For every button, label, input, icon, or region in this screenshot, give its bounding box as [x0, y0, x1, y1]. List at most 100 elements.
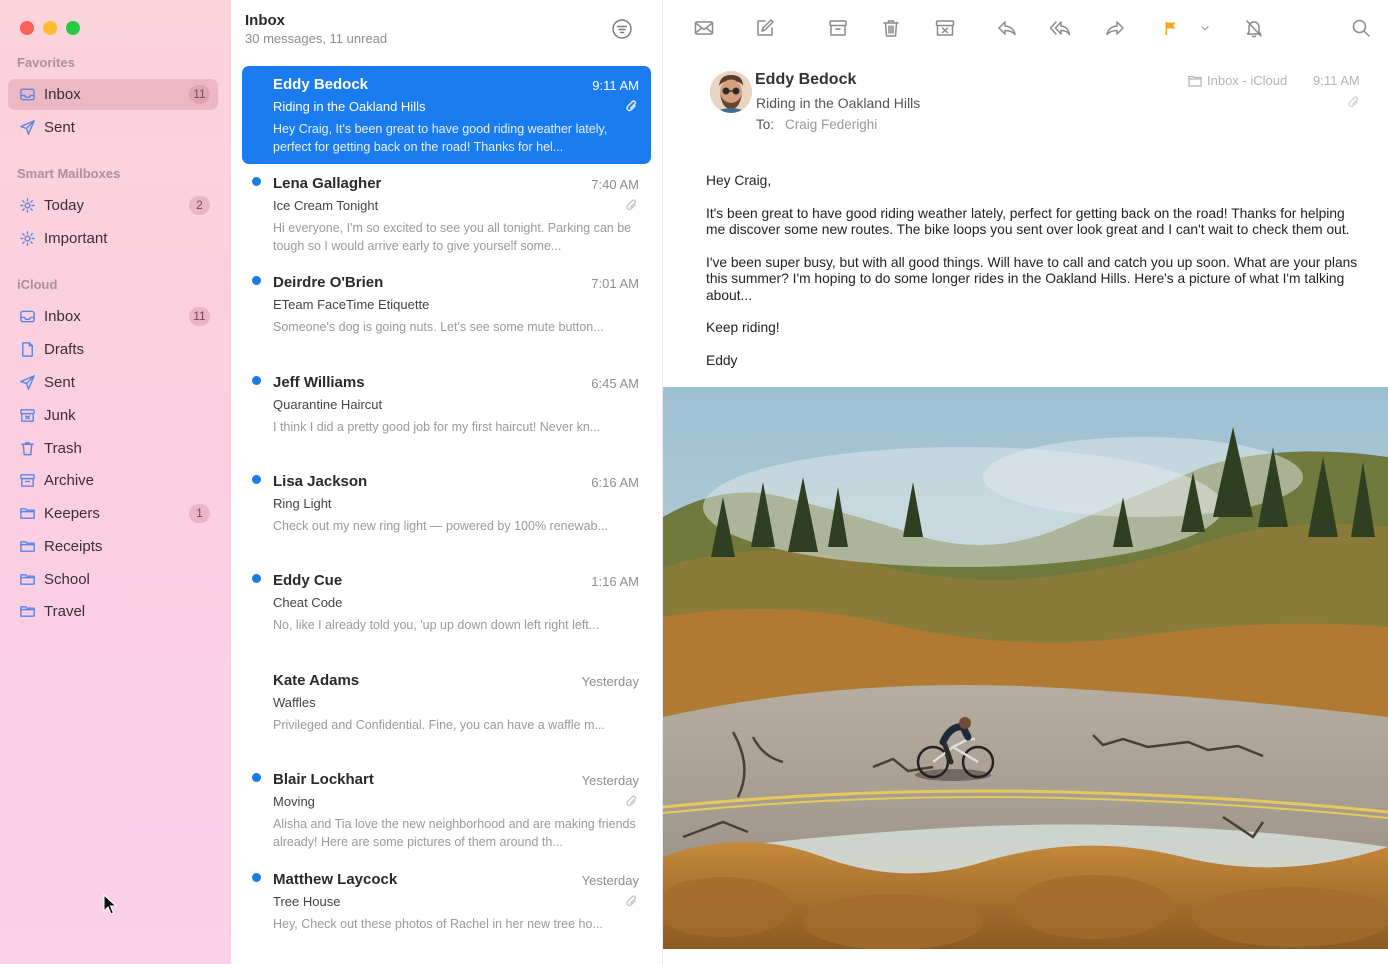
- forward-icon: [1106, 21, 1124, 36]
- header-recipient[interactable]: Craig Federighi: [785, 117, 877, 132]
- paperplane-icon: [18, 374, 36, 392]
- body-paragraph: Keep riding!: [706, 320, 780, 335]
- message-row[interactable]: Lena Gallagher 7:40 AM Ice Cream Tonight…: [242, 165, 651, 263]
- reading-pane: Eddy Bedock Riding in the Oakland Hills …: [663, 0, 1388, 964]
- section-favorites: Favorites: [17, 55, 75, 70]
- message-row[interactable]: Lisa Jackson 6:16 AM Ring Light Check ou…: [242, 463, 651, 561]
- flag-menu-button[interactable]: [1193, 14, 1217, 42]
- search-icon: [1352, 19, 1370, 37]
- message-row[interactable]: Jeff Williams 6:45 AM Quarantine Haircut…: [242, 364, 651, 462]
- delete-button[interactable]: [878, 14, 904, 42]
- sidebar-item-today[interactable]: Today 2: [8, 190, 218, 221]
- search-button[interactable]: [1348, 14, 1374, 42]
- sidebar-item-label: Drafts: [44, 341, 85, 358]
- sidebar-item-favorites-sent[interactable]: Sent: [8, 112, 218, 143]
- sidebar-item-label: Receipts: [44, 538, 103, 555]
- close-window-button[interactable]: [20, 21, 34, 35]
- reply-button[interactable]: [994, 14, 1020, 42]
- unread-indicator: [252, 574, 261, 583]
- toolbar: [663, 14, 1388, 44]
- message-preview: Hey Craig, It's been great to have good …: [273, 122, 608, 154]
- filter-button[interactable]: [611, 18, 633, 40]
- sidebar-item-label: Important: [44, 230, 108, 247]
- flag-button[interactable]: [1157, 14, 1183, 42]
- sidebar-item-label: Sent: [44, 374, 75, 391]
- folder-icon: [18, 603, 36, 621]
- header-subject: Riding in the Oakland Hills: [756, 95, 921, 111]
- unread-indicator: [252, 376, 261, 385]
- flag-icon: [1165, 22, 1176, 35]
- sidebar-item-junk[interactable]: Junk: [8, 400, 218, 431]
- filter-icon: [612, 19, 632, 39]
- message-preview: Hi everyone, I'm so excited to see you a…: [273, 221, 632, 253]
- archive-box-icon: [18, 472, 36, 490]
- message-time: 7:40 AM: [591, 177, 639, 192]
- header-sender[interactable]: Eddy Bedock: [755, 71, 856, 89]
- zoom-window-button[interactable]: [66, 21, 80, 35]
- reply-all-icon: [1049, 21, 1071, 36]
- message-row[interactable]: Eddy Bedock 9:11 AM Riding in the Oaklan…: [242, 66, 651, 164]
- message-sender: Eddy Cue: [273, 572, 343, 589]
- sidebar-item-trash[interactable]: Trash: [8, 433, 218, 464]
- message-time: 7:01 AM: [591, 276, 639, 291]
- sidebar-item-favorites-inbox[interactable]: Inbox 11: [8, 79, 218, 110]
- chevron-down-icon: [1201, 26, 1209, 31]
- message-row[interactable]: Eddy Cue 1:16 AM Cheat Code No, like I a…: [242, 562, 651, 660]
- junk-button[interactable]: [932, 14, 958, 42]
- sidebar-item-label: Archive: [44, 472, 95, 489]
- tray-icon: [18, 308, 36, 326]
- message-row[interactable]: Blair Lockhart Yesterday Moving Alisha a…: [242, 761, 651, 859]
- sidebar-item-label: Today: [44, 197, 85, 214]
- sidebar-item-icloud-sent[interactable]: Sent: [8, 367, 218, 398]
- minimize-window-button[interactable]: [43, 21, 57, 35]
- section-icloud: iCloud: [17, 277, 58, 292]
- sidebar-item-label: Inbox: [44, 86, 81, 103]
- message-list-pane: Inbox 30 messages, 11 unread Eddy Bedock…: [231, 0, 663, 964]
- sidebar-item-label: Travel: [44, 603, 86, 620]
- unread-indicator: [252, 475, 261, 484]
- sidebar-item-keepers[interactable]: Keepers 1: [8, 498, 218, 529]
- header-mailbox-label: Inbox - iCloud: [1207, 73, 1288, 88]
- message-sender: Blair Lockhart: [273, 771, 374, 788]
- mute-button[interactable]: [1241, 14, 1267, 42]
- paperclip-icon: [625, 198, 639, 212]
- get-mail-button[interactable]: [691, 14, 717, 42]
- sidebar-item-label: Trash: [44, 440, 82, 457]
- message-row[interactable]: Matthew Laycock Yesterday Tree House Hey…: [242, 861, 651, 959]
- message-preview: Privileged and Confidential. Fine, you c…: [273, 718, 605, 732]
- sidebar-item-important[interactable]: Important: [8, 223, 218, 254]
- section-smart-mailboxes: Smart Mailboxes: [17, 166, 121, 181]
- sidebar-item-icloud-inbox[interactable]: Inbox 11: [8, 301, 218, 332]
- mute-bell-icon: [1246, 20, 1262, 38]
- sidebar-item-drafts[interactable]: Drafts: [8, 334, 218, 365]
- message-sender: Lisa Jackson: [273, 473, 368, 490]
- compose-button[interactable]: [752, 14, 778, 42]
- sidebar-item-school[interactable]: School: [8, 564, 218, 595]
- forward-button[interactable]: [1102, 14, 1128, 42]
- sender-avatar[interactable]: [710, 71, 752, 113]
- paperplane-icon: [18, 119, 36, 137]
- message-preview: I think I did a pretty good job for my f…: [273, 420, 601, 434]
- mouse-pointer-icon: [103, 894, 117, 915]
- unread-indicator: [252, 873, 261, 882]
- message-preview: Check out my new ring light — powered by…: [273, 519, 608, 533]
- sidebar-item-label: Sent: [44, 119, 75, 136]
- document-icon: [18, 341, 36, 359]
- paperclip-icon: [625, 99, 639, 113]
- sidebar-item-archive[interactable]: Archive: [8, 465, 218, 496]
- sidebar-item-receipts[interactable]: Receipts: [8, 531, 218, 562]
- message-subject: Cheat Code: [273, 595, 343, 610]
- reply-all-button[interactable]: [1047, 14, 1073, 42]
- message-row[interactable]: Kate Adams Yesterday Waffles Privileged …: [242, 662, 651, 760]
- message-time: Yesterday: [581, 674, 639, 689]
- header-to-label: To:: [756, 117, 775, 132]
- sidebar-item-label: School: [44, 571, 90, 588]
- reply-icon: [998, 21, 1016, 36]
- attached-photo-cyclist[interactable]: [663, 387, 1388, 949]
- message-row[interactable]: Deirdre O'Brien 7:01 AM ETeam FaceTime E…: [242, 264, 651, 362]
- junk-box-icon: [18, 407, 36, 425]
- count-badge: 2: [189, 196, 210, 215]
- tray-icon: [18, 86, 36, 104]
- archive-button[interactable]: [825, 14, 851, 42]
- sidebar-item-travel[interactable]: Travel: [8, 596, 218, 627]
